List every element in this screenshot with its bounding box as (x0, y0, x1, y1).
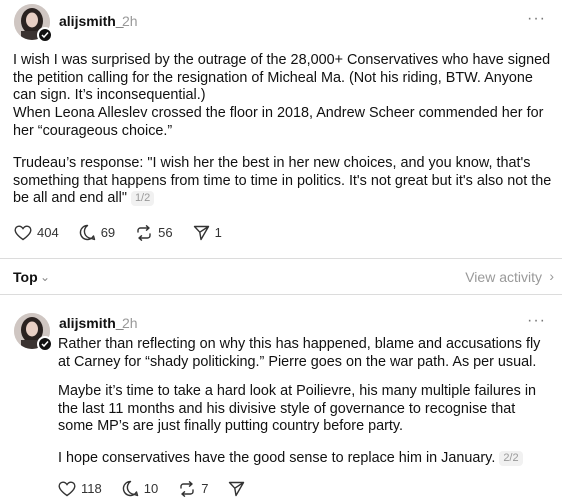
view-activity-link[interactable]: View activity (465, 269, 542, 285)
chevron-right-icon[interactable]: › (549, 268, 554, 284)
send-icon (229, 481, 245, 496)
post-paragraph: Trudeau’s response: "I wish her the best… (13, 155, 553, 208)
timestamp[interactable]: 2h (122, 13, 138, 29)
like-count: 118 (81, 481, 102, 496)
post-paragraph: I hope conservatives have the good sense… (58, 450, 548, 468)
verified-badge-icon (37, 336, 53, 352)
reply-button[interactable]: 10 (122, 480, 158, 497)
like-count: 404 (37, 225, 59, 240)
post-paragraph: When Leona Alleslev crossed the floor in… (13, 105, 544, 139)
send-icon (193, 225, 209, 240)
post-paragraph: Maybe it’s time to take a hard look at P… (58, 383, 537, 434)
repost-count: 56 (158, 225, 173, 240)
heart-icon (58, 480, 76, 496)
repost-button[interactable]: 56 (135, 224, 173, 241)
comment-icon (122, 480, 138, 497)
more-options-icon[interactable]: ··· (527, 312, 546, 330)
post-text: Trudeau’s response: "I wish her the best… (13, 155, 552, 206)
username[interactable]: alijsmith_ (59, 13, 124, 29)
thread-pager: 1/2 (130, 191, 155, 206)
post-paragraph: I wish I was surprised by the outrage of… (13, 52, 551, 103)
share-button[interactable]: 1 (193, 225, 222, 241)
heart-icon (14, 224, 32, 240)
share-count: 1 (214, 225, 222, 240)
reply-button[interactable]: 69 (79, 224, 115, 241)
repost-count: 7 (201, 481, 209, 496)
more-options-icon[interactable]: ··· (527, 10, 546, 28)
like-button[interactable]: 404 (14, 224, 59, 241)
repost-icon (137, 224, 151, 241)
reply-count: 10 (143, 481, 159, 496)
username[interactable]: alijsmith_ (59, 315, 124, 331)
post-paragraph: Rather than reflecting on why this has h… (58, 336, 541, 370)
avatar[interactable] (14, 4, 53, 43)
avatar[interactable] (14, 313, 53, 352)
post-actions: 404 69 56 1 (14, 224, 242, 241)
reply-count: 69 (100, 225, 116, 240)
share-button[interactable] (228, 481, 250, 497)
sort-bar: Top ⌄ View activity › (0, 259, 562, 293)
divider (0, 294, 562, 295)
verified-badge-icon (37, 27, 53, 43)
post-text: I hope conservatives have the good sense… (58, 450, 496, 466)
comment-icon (79, 224, 95, 241)
repost-icon (180, 480, 194, 497)
like-button[interactable]: 118 (58, 480, 102, 497)
repost-button[interactable]: 7 (178, 480, 209, 497)
chevron-down-icon[interactable]: ⌄ (40, 270, 50, 284)
thread-pager: 2/2 (499, 451, 523, 466)
post-actions: 118 10 7 (58, 480, 270, 497)
timestamp[interactable]: 2h (122, 315, 138, 331)
sort-dropdown[interactable]: Top (13, 269, 38, 285)
